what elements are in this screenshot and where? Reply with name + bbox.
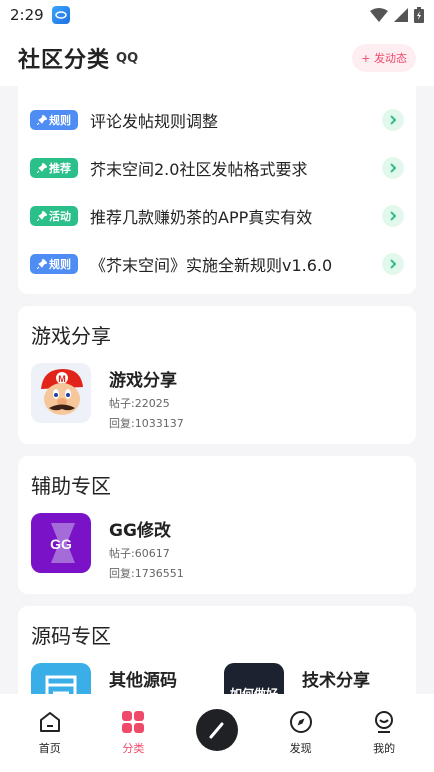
pen-icon xyxy=(209,722,224,739)
compass-icon xyxy=(289,711,312,733)
pin-icon xyxy=(37,211,47,221)
notice-tag-label: 规则 xyxy=(49,114,71,127)
tab-discover[interactable]: 发现 xyxy=(271,710,331,756)
notice-text: 《芥末空间》实施全新规则v1.6.0 xyxy=(90,256,333,275)
notice-tag: 规则 xyxy=(30,110,78,130)
tab-label: 首页 xyxy=(38,742,61,755)
notice-tag-label: 规则 xyxy=(49,258,71,271)
app-notification-icon xyxy=(51,6,70,24)
mario-icon: M xyxy=(31,363,91,423)
forum-name: 游戏分享 xyxy=(109,371,177,391)
tab-label: 我的 xyxy=(373,742,396,755)
pin-icon xyxy=(37,259,47,269)
gg-icon: GG xyxy=(31,513,91,573)
notice-row[interactable]: 活动 推荐几款赚奶茶的APP真实有效 xyxy=(30,201,404,231)
section-title: 源码专区 xyxy=(31,624,111,648)
compose-fab[interactable] xyxy=(195,709,238,751)
page-title: 社区分类 xyxy=(18,48,111,73)
forum-name: 其他源码 xyxy=(109,671,177,691)
code-doc-icon xyxy=(31,663,91,694)
tab-label: 分类 xyxy=(122,742,145,755)
forum-replies: 回复:1033137 xyxy=(109,417,184,430)
status-bar: 2:29 xyxy=(0,0,434,30)
forum-info: 其他源码 xyxy=(109,663,177,691)
signal-icon xyxy=(394,8,408,22)
forum-name: GG修改 xyxy=(109,521,171,541)
home-icon xyxy=(39,712,60,732)
forum-item[interactable]: GG GG修改 帖子:60617 回复:1736551 xyxy=(31,513,184,581)
forum-posts: 帖子:22025 xyxy=(109,397,170,410)
tech-share-icon-text: 如何做好 xyxy=(229,686,278,695)
notice-tag-label: 活动 xyxy=(49,210,71,223)
tab-mine[interactable]: 我的 xyxy=(354,710,414,756)
forum-item[interactable]: 如何做好 技术分享 xyxy=(224,663,370,694)
category-icon xyxy=(122,711,145,733)
section-title: 辅助专区 xyxy=(31,474,111,498)
notice-row[interactable]: 规则 评论发帖规则调整 xyxy=(30,105,404,135)
forum-item[interactable]: M 游戏分享 帖子:22025 回复:1033137 xyxy=(31,363,184,431)
bottom-tabbar: 首页 分类 发现 我的 xyxy=(0,694,434,772)
notice-row[interactable]: 规则 《芥末空间》实施全新规则v1.6.0 xyxy=(30,249,404,279)
notice-card: 规则 评论发帖规则调整 推荐 芥末空间2.0社区发帖格式要求 活动 推荐几款赚奶… xyxy=(18,86,416,294)
tech-share-icon: 如何做好 xyxy=(224,663,284,694)
chevron-right-icon[interactable] xyxy=(382,157,404,179)
tab-category[interactable]: 分类 xyxy=(103,710,163,756)
notice-text: 芥末空间2.0社区发帖格式要求 xyxy=(90,160,308,179)
battery-icon xyxy=(414,7,424,23)
forum-posts: 帖子:60617 xyxy=(109,547,170,560)
tab-label: 发现 xyxy=(289,742,312,755)
notice-tag: 推荐 xyxy=(30,158,78,178)
notice-text: 推荐几款赚奶茶的APP真实有效 xyxy=(90,208,313,227)
profile-icon xyxy=(375,711,394,733)
tab-home[interactable]: 首页 xyxy=(20,710,80,756)
forum-info: 游戏分享 帖子:22025 回复:1033137 xyxy=(109,363,184,431)
notice-text: 评论发帖规则调整 xyxy=(90,112,219,131)
notice-tag: 活动 xyxy=(30,206,78,226)
forum-name: 技术分享 xyxy=(302,671,370,691)
svg-text:GG: GG xyxy=(50,536,72,552)
forum-info: GG修改 帖子:60617 回复:1736551 xyxy=(109,513,184,581)
title-badge: QQ xyxy=(116,50,139,66)
pin-icon xyxy=(37,115,47,125)
section-game-share: 游戏分享 M 游戏分享 帖子:22025 回复:1033137 xyxy=(18,306,416,444)
section-title: 游戏分享 xyxy=(31,324,111,348)
notice-row[interactable]: 推荐 芥末空间2.0社区发帖格式要求 xyxy=(30,153,404,183)
status-time: 2:29 xyxy=(10,6,44,24)
section-source-code: 源码专区 其他源码 如何做好 技术分享 xyxy=(18,606,416,694)
forum-item[interactable]: 其他源码 xyxy=(31,663,177,694)
notice-tag: 规则 xyxy=(30,254,78,274)
forum-replies: 回复:1736551 xyxy=(109,567,184,580)
chevron-right-icon[interactable] xyxy=(382,205,404,227)
svg-text:M: M xyxy=(58,374,66,384)
content-scroll[interactable]: 规则 评论发帖规则调整 推荐 芥末空间2.0社区发帖格式要求 活动 推荐几款赚奶… xyxy=(0,86,434,694)
forum-info: 技术分享 xyxy=(302,663,370,691)
chevron-right-icon[interactable] xyxy=(382,253,404,275)
wifi-icon xyxy=(370,8,388,22)
notice-tag-label: 推荐 xyxy=(49,162,71,175)
header: 社区分类 QQ + 发动态 xyxy=(0,30,434,86)
chevron-right-icon[interactable] xyxy=(382,109,404,131)
pin-icon xyxy=(37,163,47,173)
tab-post[interactable] xyxy=(187,709,247,751)
post-button[interactable]: + 发动态 xyxy=(352,44,416,72)
section-assist: 辅助专区 GG GG修改 帖子:60617 回复:1736551 xyxy=(18,456,416,594)
